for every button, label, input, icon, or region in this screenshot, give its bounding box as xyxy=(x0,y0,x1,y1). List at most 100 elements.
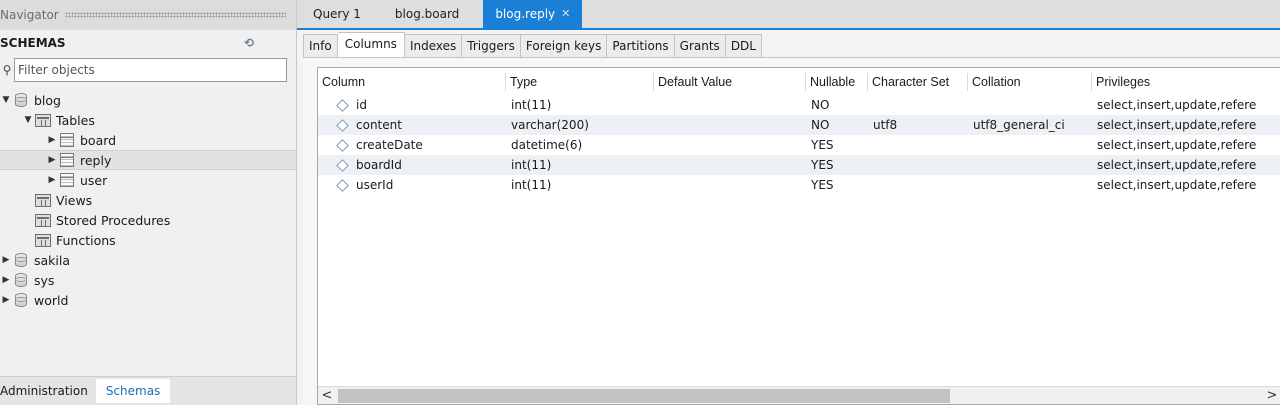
tree-label: board xyxy=(80,132,117,148)
expanded-arrow-icon[interactable]: ▼ xyxy=(22,115,34,125)
table-row[interactable]: content varchar(200) NO utf8 utf8_genera… xyxy=(318,115,1280,135)
collapsed-arrow-icon[interactable]: ▶ xyxy=(46,155,58,165)
scrollbar-thumb[interactable] xyxy=(338,389,950,403)
tree-node-functions[interactable]: Functions xyxy=(0,230,296,250)
tab-foreign-keys[interactable]: Foreign keys xyxy=(520,34,608,58)
tree-label: Views xyxy=(56,192,93,208)
header-privileges[interactable]: Privileges xyxy=(1092,73,1280,91)
editor-panel: Query 1 blog.board blog.reply ✕ Info Col… xyxy=(297,0,1280,405)
table-row[interactable]: id int(11) NO select,insert,update,refer… xyxy=(318,95,1280,115)
collapsed-arrow-icon[interactable]: ▶ xyxy=(46,135,58,145)
collapsed-arrow-icon[interactable]: ▶ xyxy=(0,295,12,305)
filter-box: ⚲ xyxy=(0,58,287,82)
tab-schemas[interactable]: Schemas xyxy=(95,379,171,403)
cell-charset: utf8 xyxy=(873,118,898,132)
tab-blog-board[interactable]: blog.board xyxy=(385,0,469,28)
header-column[interactable]: Column xyxy=(318,73,506,91)
schema-tree: ▼ blog ▼ Tables ▶ board ▶ reply ▶ user V… xyxy=(0,90,296,310)
tree-label: blog xyxy=(34,92,61,108)
database-icon xyxy=(12,272,30,288)
tab-query-1[interactable]: Query 1 xyxy=(303,0,371,28)
tree-label: sakila xyxy=(34,252,71,268)
cell-privileges: select,insert,update,refere xyxy=(1097,178,1257,192)
cell-name: id xyxy=(356,98,367,112)
column-icon xyxy=(336,119,348,131)
cell-name: boardId xyxy=(356,158,402,172)
header-character-set[interactable]: Character Set xyxy=(868,73,968,91)
table-row[interactable]: boardId int(11) YES select,insert,update… xyxy=(318,155,1280,175)
tree-label: Functions xyxy=(56,232,116,248)
collapsed-arrow-icon[interactable]: ▶ xyxy=(0,275,12,285)
tab-columns[interactable]: Columns xyxy=(337,32,405,58)
tree-label: user xyxy=(80,172,108,188)
cell-type: datetime(6) xyxy=(511,138,583,152)
header-nullable[interactable]: Nullable xyxy=(806,73,868,91)
document-tabs: Query 1 blog.board blog.reply ✕ xyxy=(297,0,1280,30)
tree-node-board[interactable]: ▶ board xyxy=(0,130,296,150)
navigator-bottom-tabs: Administration Schemas xyxy=(0,376,296,405)
table-icon xyxy=(58,132,76,148)
cell-type: int(11) xyxy=(511,178,552,192)
header-collation[interactable]: Collation xyxy=(968,73,1092,91)
cell-privileges: select,insert,update,refere xyxy=(1097,98,1257,112)
tab-info[interactable]: Info xyxy=(303,34,338,58)
cell-privileges: select,insert,update,refere xyxy=(1097,118,1257,132)
header-default-value[interactable]: Default Value xyxy=(654,73,806,91)
close-icon[interactable]: ✕ xyxy=(561,0,570,28)
tree-node-user[interactable]: ▶ user xyxy=(0,170,296,190)
tree-node-sakila[interactable]: ▶ sakila xyxy=(0,250,296,270)
cell-nullable: YES xyxy=(811,138,834,152)
tree-label: world xyxy=(34,292,69,308)
tab-grants[interactable]: Grants xyxy=(674,34,726,58)
inspector-tabs: Info Columns Indexes Triggers Foreign ke… xyxy=(303,32,762,58)
cell-type: varchar(200) xyxy=(511,118,589,132)
scroll-left-icon[interactable]: < xyxy=(318,387,336,404)
tree-node-reply[interactable]: ▶ reply xyxy=(0,150,296,170)
expanded-arrow-icon[interactable]: ▼ xyxy=(0,95,12,105)
folder-icon xyxy=(34,232,52,248)
drag-handle[interactable] xyxy=(64,12,286,18)
cell-collation: utf8_general_ci xyxy=(973,118,1065,132)
tab-triggers[interactable]: Triggers xyxy=(462,34,521,58)
cell-nullable: YES xyxy=(811,178,834,192)
tab-indexes[interactable]: Indexes xyxy=(404,34,463,58)
refresh-icon[interactable]: ⟲ xyxy=(238,36,260,50)
navigator-header: Navigator xyxy=(0,0,296,30)
tree-node-blog[interactable]: ▼ blog xyxy=(0,90,296,110)
database-icon xyxy=(12,252,30,268)
tab-ddl[interactable]: DDL xyxy=(725,34,762,58)
tab-partitions[interactable]: Partitions xyxy=(607,34,675,58)
tree-node-views[interactable]: Views xyxy=(0,190,296,210)
column-icon xyxy=(336,99,348,111)
database-icon xyxy=(12,92,30,108)
header-type[interactable]: Type xyxy=(506,73,654,91)
columns-grid: Column Type Default Value Nullable Chara… xyxy=(317,67,1280,405)
cell-type: int(11) xyxy=(511,158,552,172)
tree-node-tables[interactable]: ▼ Tables xyxy=(0,110,296,130)
horizontal-scrollbar[interactable]: < > xyxy=(318,386,1280,404)
search-icon: ⚲ xyxy=(2,63,12,77)
collapsed-arrow-icon[interactable]: ▶ xyxy=(46,175,58,185)
tab-administration[interactable]: Administration xyxy=(0,379,96,403)
cell-privileges: select,insert,update,refere xyxy=(1097,138,1257,152)
tree-node-world[interactable]: ▶ world xyxy=(0,290,296,310)
columns-content: Column Type Default Value Nullable Chara… xyxy=(303,57,1280,405)
folder-icon xyxy=(34,192,52,208)
table-icon xyxy=(58,152,76,168)
tab-blog-reply[interactable]: blog.reply ✕ xyxy=(483,0,583,28)
table-row[interactable]: userId int(11) YES select,insert,update,… xyxy=(318,175,1280,195)
tree-node-stored-procedures[interactable]: Stored Procedures xyxy=(0,210,296,230)
cell-name: createDate xyxy=(356,138,423,152)
column-icon xyxy=(336,179,348,191)
table-row[interactable]: createDate datetime(6) YES select,insert… xyxy=(318,135,1280,155)
tree-label: sys xyxy=(34,272,55,288)
filter-input[interactable] xyxy=(14,58,287,82)
cell-type: int(11) xyxy=(511,98,552,112)
scroll-right-icon[interactable]: > xyxy=(1263,387,1280,404)
schemas-bar: SCHEMAS ⟲ xyxy=(0,30,296,56)
cell-name: userId xyxy=(356,178,394,192)
tree-node-sys[interactable]: ▶ sys xyxy=(0,270,296,290)
table-icon xyxy=(58,172,76,188)
collapsed-arrow-icon[interactable]: ▶ xyxy=(0,255,12,265)
cell-name: content xyxy=(356,118,402,132)
